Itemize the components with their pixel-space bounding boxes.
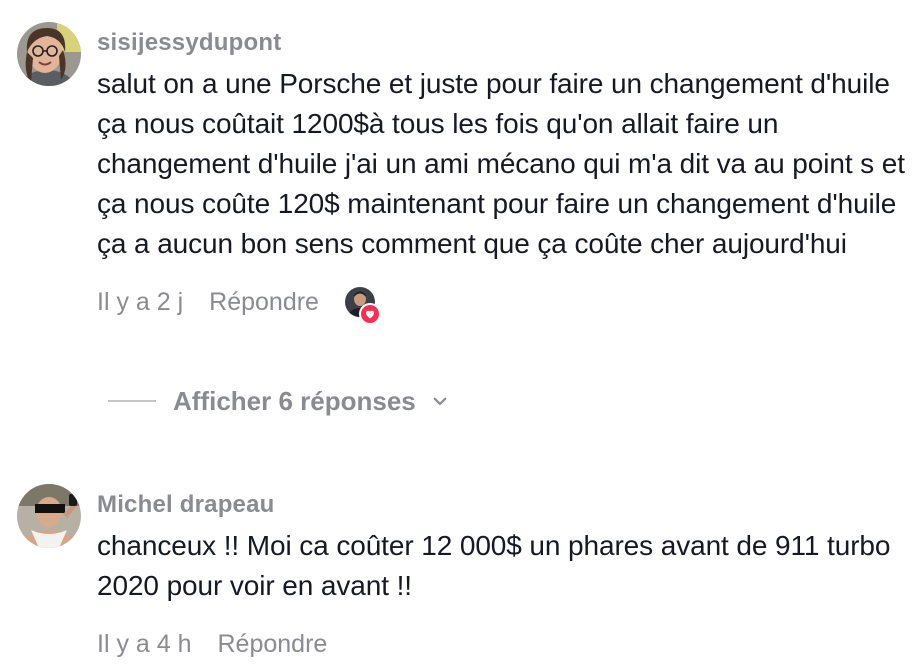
show-replies-label: Afficher 6 réponses — [173, 385, 416, 416]
heart-icon — [358, 303, 381, 325]
liked-by-creator-badge — [344, 287, 381, 325]
replies-divider-line — [108, 400, 156, 402]
reply-button[interactable]: Répondre — [218, 630, 328, 659]
avatar[interactable] — [17, 484, 81, 548]
comment-text: salut on a une Porsche et juste pour fai… — [97, 68, 905, 259]
reply-button[interactable]: Répondre — [209, 288, 319, 317]
comment-timestamp: Il y a 4 h — [97, 629, 192, 658]
comment-meta: Il y a 2 j Répondre — [97, 282, 907, 325]
comment-timestamp: Il y a 2 j — [97, 287, 184, 316]
chevron-down-icon — [430, 391, 450, 411]
comment-username[interactable]: Michel drapeau — [97, 490, 907, 520]
comment-text: chanceux !! Moi ca coûter 12 000$ un pha… — [97, 530, 891, 601]
comment-meta: Il y a 4 h Répondre — [97, 624, 907, 664]
avatar[interactable] — [17, 22, 81, 86]
comment-username[interactable]: sisijessydupont — [97, 28, 907, 58]
show-replies-button[interactable]: Afficher 6 réponses — [108, 381, 450, 421]
